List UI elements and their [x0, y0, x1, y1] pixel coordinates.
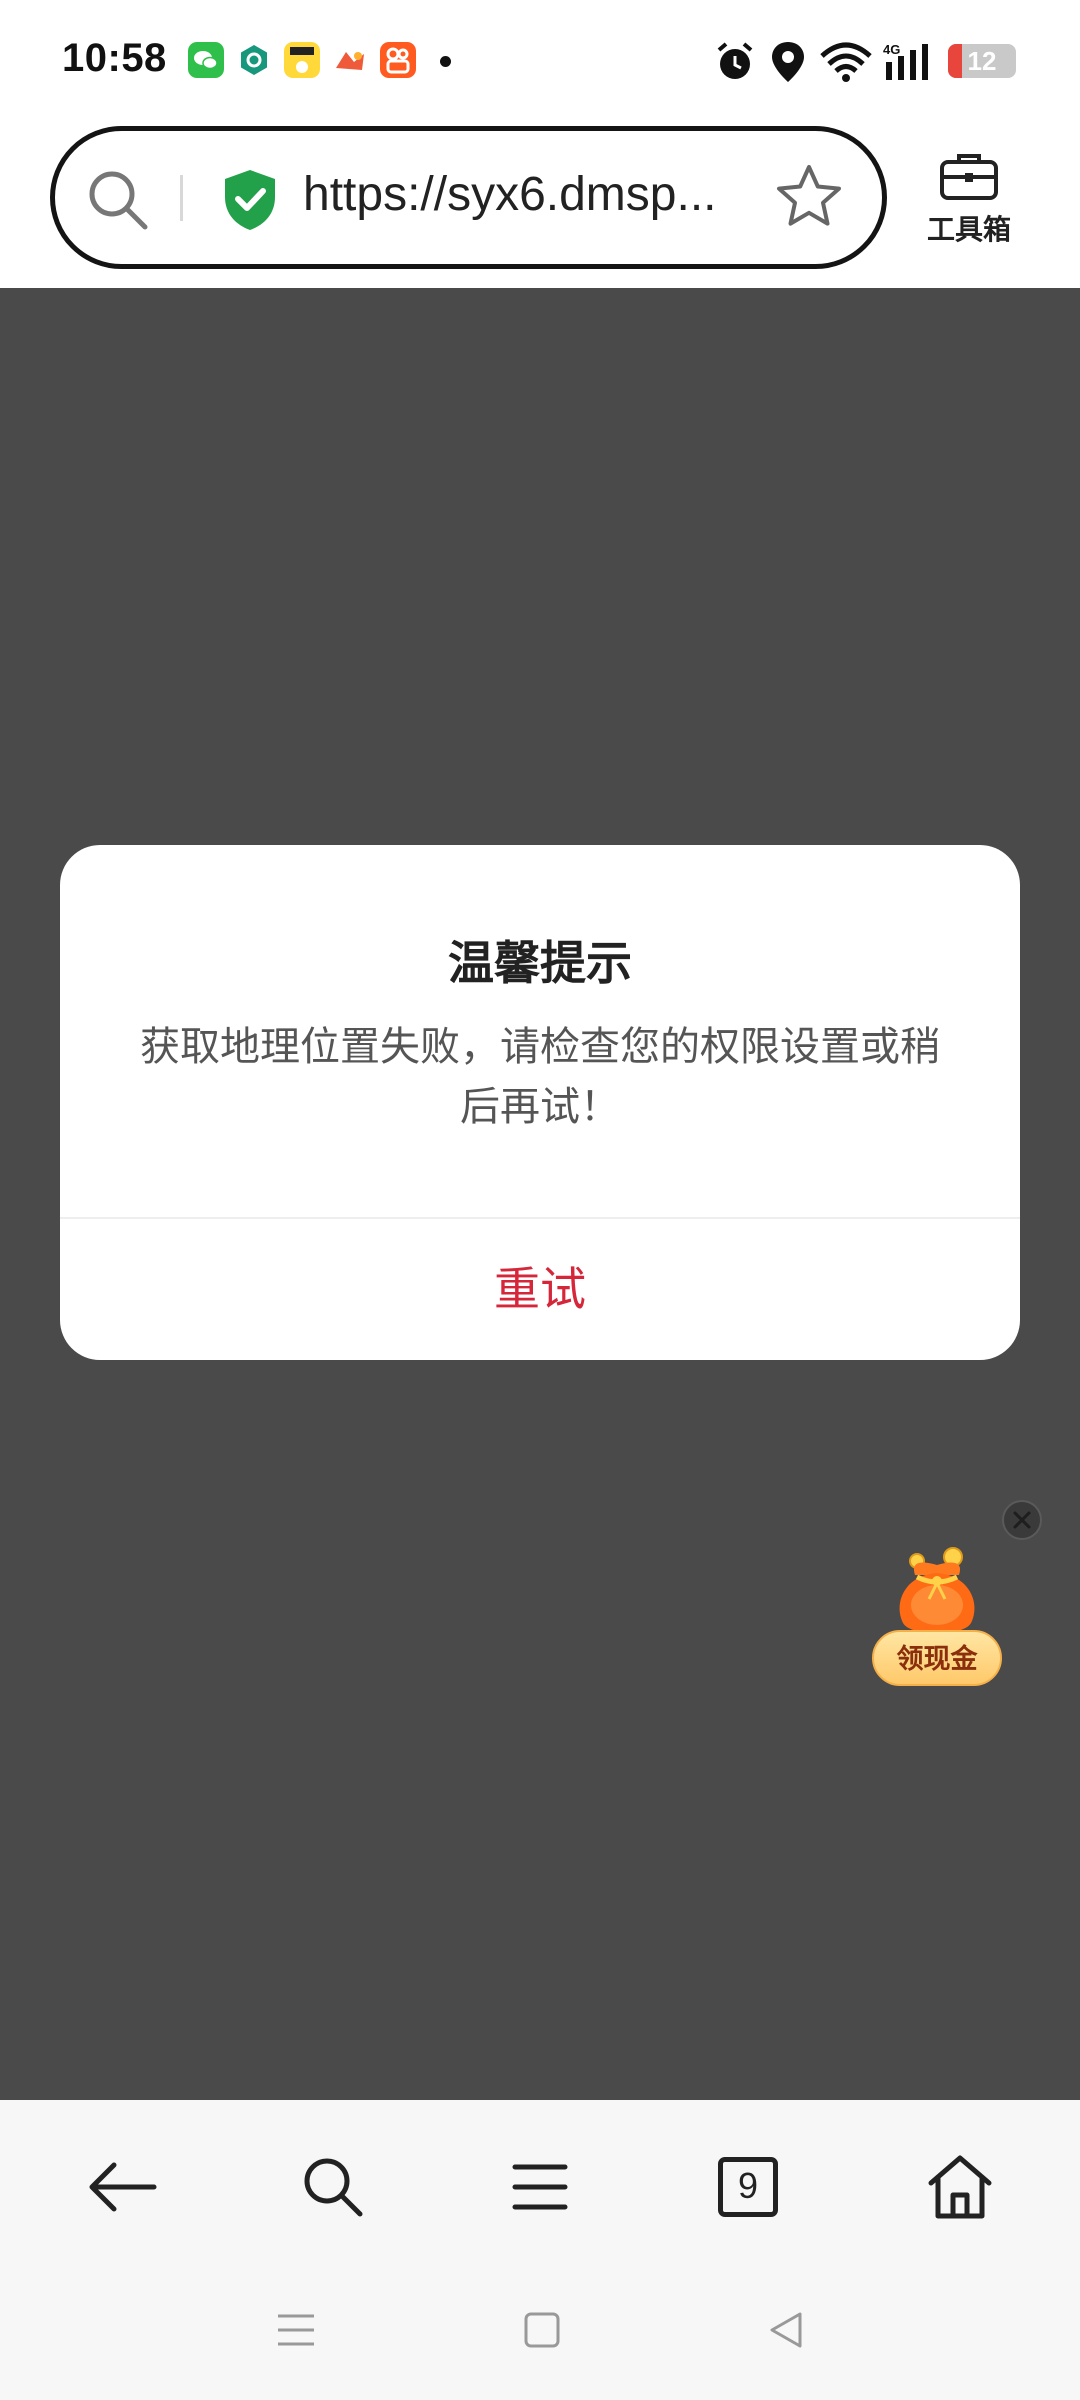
reward-label[interactable]: 领现金: [872, 1630, 1002, 1686]
back-arrow-icon: [89, 2162, 157, 2212]
wifi-icon: [820, 42, 872, 82]
dialog-message: 获取地理位置失败，请检查您的权限设置或稍后再试！: [140, 1024, 940, 1130]
tabs-button[interactable]: 9: [703, 2142, 793, 2232]
status-time: 10:58: [62, 36, 167, 80]
recents-menu-icon[interactable]: [276, 2310, 316, 2350]
wechat-icon: [188, 42, 224, 78]
menu-button[interactable]: [495, 2142, 585, 2232]
app-yellow-icon: [284, 42, 320, 78]
briefcase-icon: [940, 154, 998, 200]
location-icon: [772, 42, 804, 82]
app-game-icon: [332, 42, 368, 78]
close-icon: [1013, 1511, 1031, 1529]
bottom-navigation: 9: [0, 2100, 1080, 2270]
system-navigation: [0, 2270, 1080, 2400]
toolbox-label: 工具箱: [926, 213, 1011, 246]
search-button[interactable]: [288, 2142, 378, 2232]
address-divider: [180, 175, 183, 221]
svg-text:4G: 4G: [883, 42, 900, 57]
dialog-title: 温馨提示: [448, 936, 632, 990]
tabs-icon: 9: [718, 2157, 778, 2217]
cellular-signal-icon: 4G: [883, 42, 928, 80]
retry-button[interactable]: 重试: [60, 1219, 1020, 1360]
more-notifications-dot: [440, 56, 451, 67]
bookmark-star-icon[interactable]: [773, 161, 845, 233]
money-bag-icon: [899, 1547, 975, 1634]
kuaishou-icon: [380, 42, 416, 78]
secure-shield-icon[interactable]: [220, 167, 280, 233]
reward-close-button[interactable]: [1002, 1500, 1042, 1540]
home-button[interactable]: [915, 2142, 1005, 2232]
alert-dialog: 温馨提示 获取地理位置失败，请检查您的权限设置或稍后再试！ 重试: [60, 845, 1020, 1360]
battery-icon: 12: [948, 44, 1016, 78]
system-home-icon[interactable]: [522, 2310, 562, 2350]
back-button[interactable]: [78, 2142, 168, 2232]
menu-icon: [512, 2164, 568, 2210]
toolbox-button[interactable]: 工具箱: [915, 150, 1023, 250]
address-bar[interactable]: https://syx6.dmsp...: [50, 126, 887, 269]
alarm-icon: [717, 42, 753, 79]
system-back-icon[interactable]: [766, 2310, 806, 2350]
tabs-count: 9: [737, 2165, 759, 2206]
browser-screen: 10:58 4G 12 https://syx6.dmsp... 工具箱 温馨提…: [0, 0, 1080, 2400]
battery-level: 12: [967, 46, 997, 76]
status-bar: 10:58 4G 12: [0, 0, 1080, 118]
url-text[interactable]: https://syx6.dmsp...: [303, 167, 773, 222]
home-icon: [928, 2155, 992, 2219]
search-icon: [304, 2158, 363, 2217]
app-hexagon-icon: [236, 42, 272, 78]
reward-widget[interactable]: 领现金: [870, 1535, 1005, 1695]
search-icon[interactable]: [85, 167, 151, 233]
